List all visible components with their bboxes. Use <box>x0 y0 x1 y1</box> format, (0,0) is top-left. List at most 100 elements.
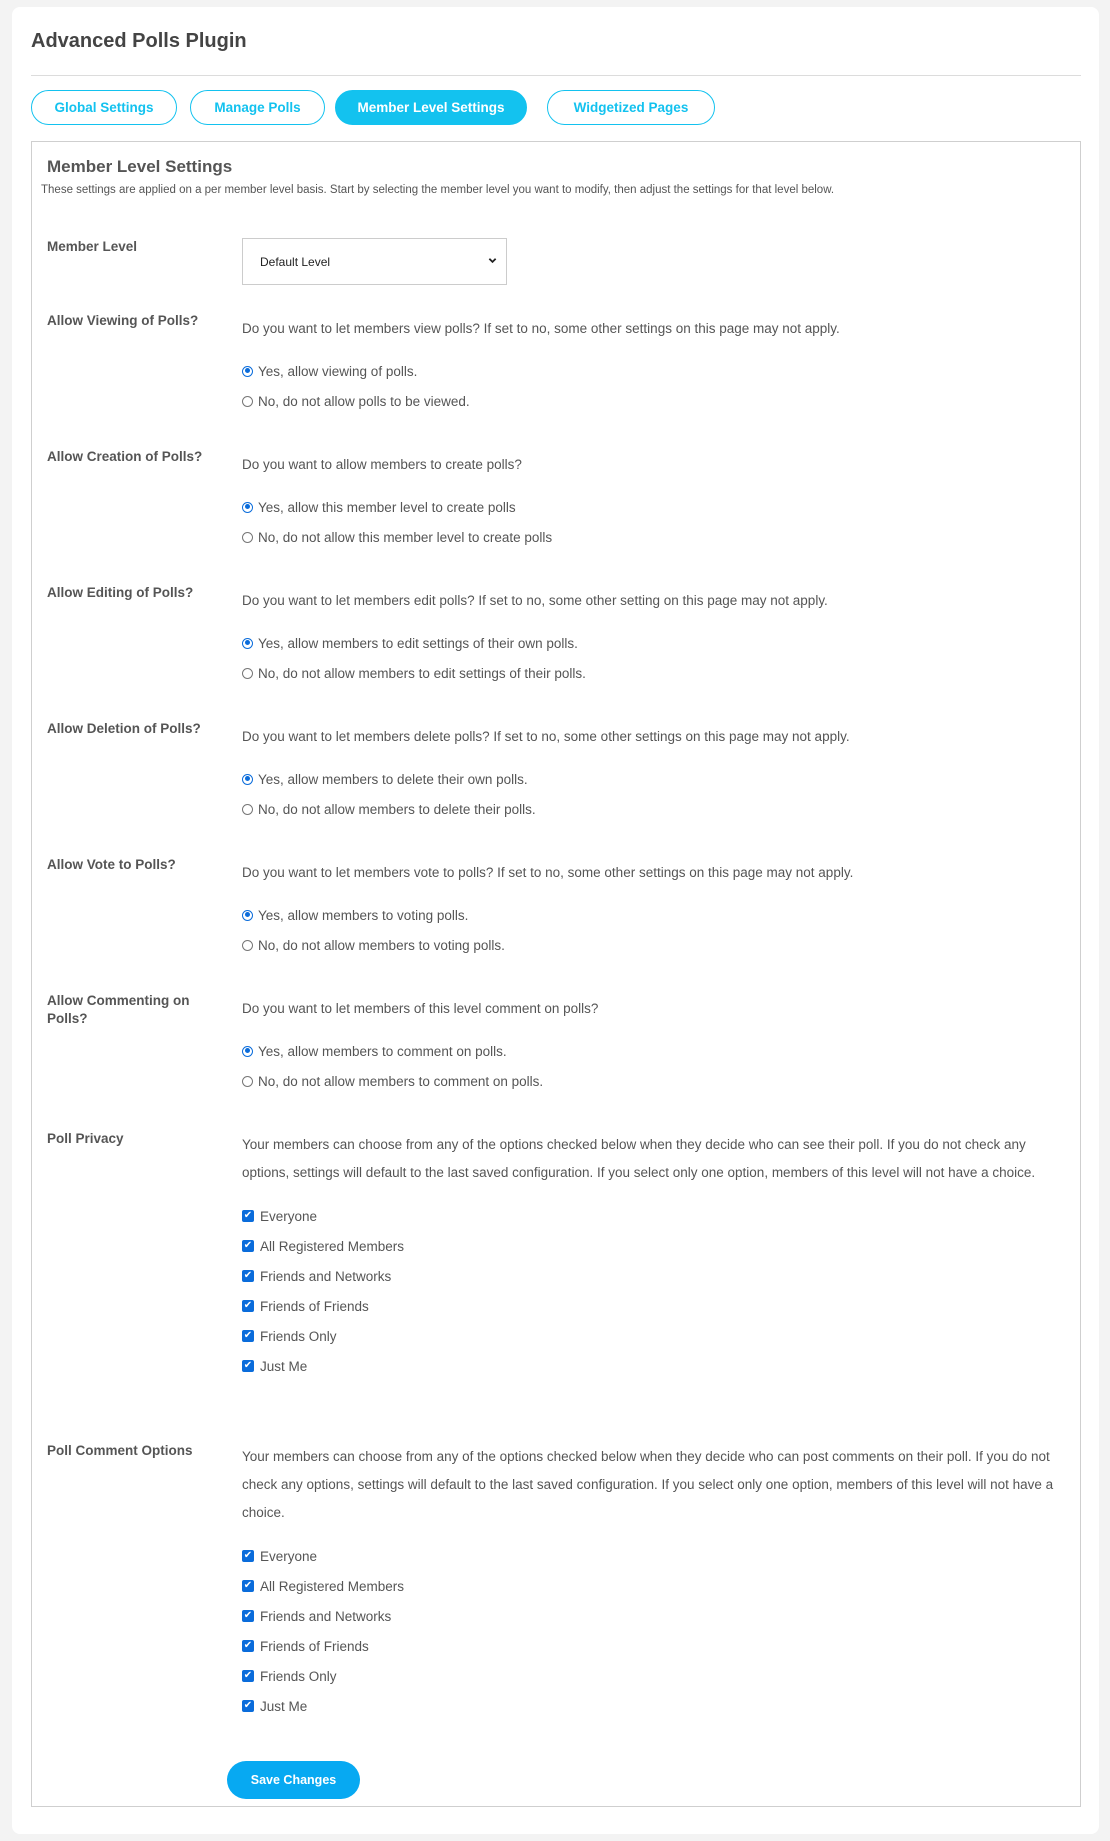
radio-option[interactable]: No, do not allow members to edit setting… <box>242 658 1057 688</box>
radio-option[interactable]: No, do not allow members to comment on p… <box>242 1066 1057 1096</box>
checkbox-option[interactable]: ✔ Friends and Networks <box>242 1601 1057 1631</box>
checkbox-option-label: Friends Only <box>260 1328 337 1344</box>
checkbox-checked-icon[interactable]: ✔ <box>242 1240 254 1252</box>
radio-option[interactable]: Yes, allow viewing of polls. <box>242 356 1057 386</box>
radio-option[interactable]: Yes, allow this member level to create p… <box>242 492 1057 522</box>
checkbox-option-label: All Registered Members <box>260 1238 405 1254</box>
setting-label: Allow Deletion of Polls? <box>47 721 201 736</box>
radio-unselected-icon[interactable] <box>242 939 253 951</box>
tab-widgetized-pages[interactable]: Widgetized Pages <box>547 90 715 125</box>
checkbox-checked-icon[interactable]: ✔ <box>242 1640 254 1652</box>
page-title: Advanced Polls Plugin <box>31 30 247 52</box>
radio-option-label: No, do not allow members to comment on p… <box>258 1073 544 1089</box>
setting-description: Do you want to let members edit polls? I… <box>242 593 828 608</box>
radio-option-label: Yes, allow members to comment on polls. <box>258 1043 507 1059</box>
radio-selected-icon[interactable] <box>242 909 253 921</box>
radio-option[interactable]: Yes, allow members to comment on polls. <box>242 1036 1057 1066</box>
radio-unselected-icon[interactable] <box>242 531 253 543</box>
radio-option-label: No, do not allow this member level to cr… <box>258 529 553 545</box>
setting-content: Do you want to let members view polls? I… <box>242 312 1057 416</box>
radio-selected-icon[interactable] <box>242 773 253 785</box>
radio-option[interactable]: No, do not allow polls to be viewed. <box>242 386 1057 416</box>
radio-option-label: No, do not allow members to voting polls… <box>258 937 505 953</box>
checkbox-option[interactable]: ✔ Friends Only <box>242 1321 1057 1351</box>
setting-label: Allow Commenting on Polls? <box>47 993 190 1026</box>
tab-manage-polls[interactable]: Manage Polls <box>190 90 325 125</box>
radio-unselected-icon[interactable] <box>242 1075 253 1087</box>
radio-option-label: Yes, allow this member level to create p… <box>258 499 516 515</box>
member-level-label: Member Level <box>47 239 138 254</box>
setting-content: Do you want to let members delete polls?… <box>242 720 1057 824</box>
radio-option-label: Yes, allow members to voting polls. <box>258 907 469 923</box>
setting-description: Your members can choose from any of the … <box>242 1137 1036 1180</box>
radio-group: Yes, allow members to voting polls. No, d… <box>242 900 1057 960</box>
checkbox-option[interactable]: ✔ All Registered Members <box>242 1231 1057 1261</box>
setting-label: Poll Privacy <box>47 1131 124 1146</box>
checkbox-option[interactable]: ✔ Friends Only <box>242 1661 1057 1691</box>
setting-description: Do you want to let members of this level… <box>242 1001 599 1016</box>
checkbox-group: ✔ Everyone ✔ All Registered Members ✔ Friends… <box>242 1541 1057 1721</box>
setting-content: Your members can choose from any of the … <box>242 1130 1057 1381</box>
setting-content: Do you want to let members of this level… <box>242 992 1057 1096</box>
checkbox-option[interactable]: ✔ Just Me <box>242 1351 1057 1381</box>
checkbox-option-label: Friends Only <box>260 1668 337 1684</box>
checkbox-checked-icon[interactable]: ✔ <box>242 1330 254 1342</box>
checkbox-checked-icon[interactable]: ✔ <box>242 1580 254 1592</box>
radio-unselected-icon[interactable] <box>242 803 253 815</box>
radio-option[interactable]: No, do not allow members to delete their… <box>242 794 1057 824</box>
save-changes-button[interactable]: Save Changes <box>227 1761 360 1799</box>
member-level-row: Member Level Default Level <box>47 237 1067 297</box>
radio-option[interactable]: Yes, allow members to delete their own p… <box>242 764 1057 794</box>
checkbox-checked-icon[interactable]: ✔ <box>242 1670 254 1682</box>
radio-selected-icon[interactable] <box>242 501 253 513</box>
setting-description: Do you want to allow members to create p… <box>242 457 522 472</box>
panel-heading: Member Level Settings <box>47 157 233 176</box>
radio-group: Yes, allow members to comment on polls. N… <box>242 1036 1057 1096</box>
setting-label: Allow Creation of Polls? <box>47 449 203 464</box>
radio-option[interactable]: Yes, allow members to edit settings of t… <box>242 628 1057 658</box>
checkbox-option-label: All Registered Members <box>260 1578 405 1594</box>
radio-option-label: Yes, allow viewing of polls. <box>258 363 418 379</box>
setting-content: Do you want to let members vote to polls… <box>242 856 1057 960</box>
checkbox-checked-icon[interactable]: ✔ <box>242 1550 254 1562</box>
setting-content: Do you want to allow members to create p… <box>242 448 1057 552</box>
radio-unselected-icon[interactable] <box>242 667 253 679</box>
radio-option[interactable]: Yes, allow members to voting polls. <box>242 900 1057 930</box>
settings-panel: Member Level Settings These settings are… <box>31 141 1081 1807</box>
checkbox-checked-icon[interactable]: ✔ <box>242 1270 254 1282</box>
setting-description: Do you want to let members delete polls?… <box>242 729 850 744</box>
checkbox-option-label: Everyone <box>260 1208 318 1224</box>
checkbox-option[interactable]: ✔ Everyone <box>242 1541 1057 1571</box>
checkbox-option-label: Friends and Networks <box>260 1268 392 1284</box>
radio-option[interactable]: No, do not allow members to voting polls… <box>242 930 1057 960</box>
checkbox-checked-icon[interactable]: ✔ <box>242 1610 254 1622</box>
radio-selected-icon[interactable] <box>242 637 253 649</box>
checkbox-option-label: Friends of Friends <box>260 1638 369 1654</box>
member-level-selected-value: Default Level <box>260 254 331 269</box>
radio-selected-icon[interactable] <box>242 365 253 377</box>
radio-unselected-icon[interactable] <box>242 395 253 407</box>
checkbox-checked-icon[interactable]: ✔ <box>242 1360 254 1372</box>
tab-member-level-settings[interactable]: Member Level Settings <box>335 90 527 125</box>
radio-group: Yes, allow members to delete their own p… <box>242 764 1057 824</box>
checkbox-option[interactable]: ✔ Friends of Friends <box>242 1631 1057 1661</box>
radio-option[interactable]: No, do not allow this member level to cr… <box>242 522 1057 552</box>
checkbox-option[interactable]: ✔ All Registered Members <box>242 1571 1057 1601</box>
checkbox-option[interactable]: ✔ Everyone <box>242 1201 1057 1231</box>
radio-selected-icon[interactable] <box>242 1045 253 1057</box>
checkbox-option[interactable]: ✔ Friends and Networks <box>242 1261 1057 1291</box>
radio-group: Yes, allow this member level to create p… <box>242 492 1057 552</box>
checkbox-checked-icon[interactable]: ✔ <box>242 1300 254 1312</box>
radio-option-label: No, do not allow members to edit setting… <box>258 665 586 681</box>
radio-option-label: Yes, allow members to delete their own p… <box>258 771 528 787</box>
checkbox-option-label: Just Me <box>260 1358 308 1374</box>
member-level-select[interactable]: Default Level <box>242 238 507 285</box>
checkbox-checked-icon[interactable]: ✔ <box>242 1700 254 1712</box>
tab-global-settings[interactable]: Global Settings <box>31 90 177 125</box>
radio-option-label: Yes, allow members to edit settings of t… <box>258 635 578 651</box>
checkbox-option[interactable]: ✔ Friends of Friends <box>242 1291 1057 1321</box>
checkbox-checked-icon[interactable]: ✔ <box>242 1210 254 1222</box>
setting-description: Your members can choose from any of the … <box>242 1449 1054 1520</box>
checkbox-option[interactable]: ✔ Just Me <box>242 1691 1057 1721</box>
plugin-card: Advanced Polls Plugin Global Settings Ma… <box>12 7 1099 1834</box>
